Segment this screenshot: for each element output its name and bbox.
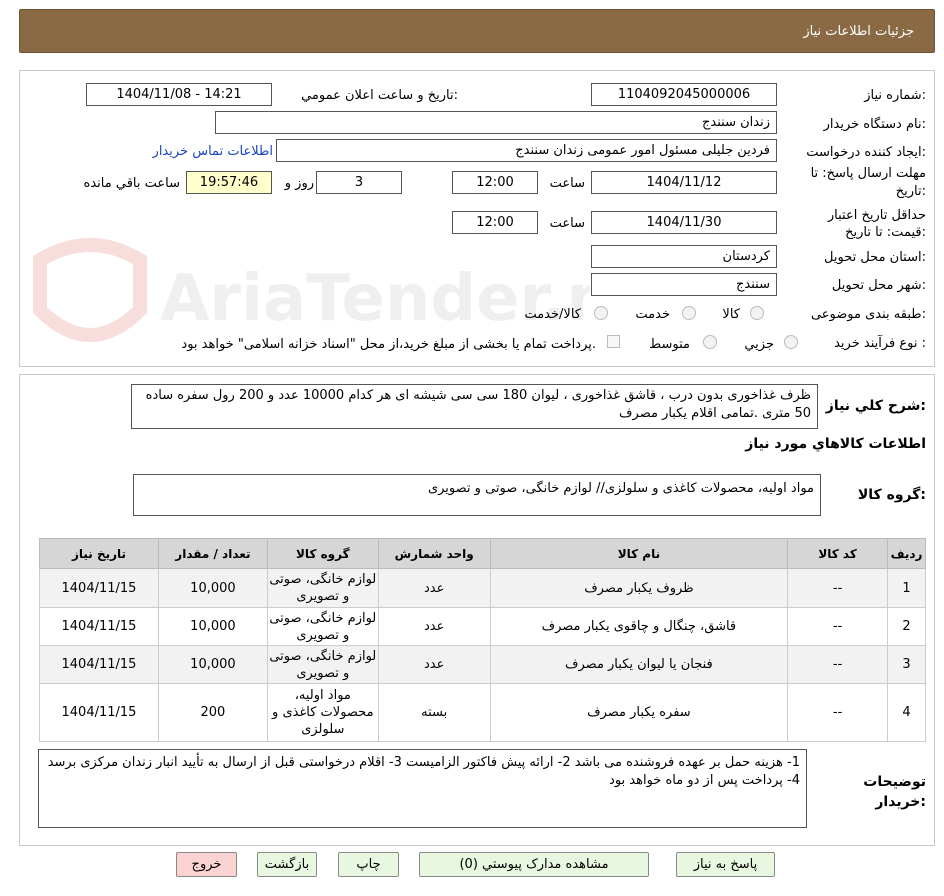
- cell-date: 1404/11/15: [39, 683, 159, 742]
- payment-note: پرداخت تمام یا بخشی از مبلغ خرید،از محل …: [181, 337, 596, 352]
- city-label: شهر محل تحويل:: [831, 278, 926, 293]
- validity-time-field: 12:00: [452, 211, 538, 234]
- cell-name: سفره یکبار مصرف: [489, 683, 789, 742]
- need-number-field: 1104092045000006: [591, 83, 777, 106]
- remaining-label: ساعت باقي مانده: [83, 176, 180, 191]
- cell-qty: 200: [157, 683, 268, 742]
- category-radio-service[interactable]: [682, 306, 696, 320]
- cell-group: لوازم خانگی، صوتی و تصویری: [266, 645, 379, 684]
- table-row: 4 -- سفره یکبار مصرف بسته مواد اولیه، محصولا…: [39, 683, 926, 742]
- col-code: کد کالا: [787, 538, 889, 569]
- cell-unit: عدد: [377, 568, 491, 608]
- cell-group: لوازم خانگی، صوتی و تصویری: [266, 568, 379, 608]
- cell-date: 1404/11/15: [39, 607, 159, 646]
- cell-qty: 10,000: [157, 607, 268, 646]
- cell-unit: عدد: [377, 607, 491, 646]
- table-row: 3 -- فنجان یا لیوان یکبار مصرف عدد لوازم خان…: [39, 645, 926, 684]
- deadline-date-field: 1404/11/12: [591, 171, 777, 194]
- col-name: نام کالا: [489, 538, 789, 569]
- city-field: سنندج: [591, 273, 777, 296]
- buyer-org-label: نام دستگاه خريدار:: [823, 117, 926, 132]
- process-option-medium: متوسط: [649, 337, 690, 352]
- col-group: گروه کالا: [266, 538, 379, 569]
- validity-date-field: 1404/11/30: [591, 211, 777, 234]
- deadline-time-field: 12:00: [452, 171, 538, 194]
- cell-row: 1: [887, 568, 926, 608]
- category-radio-both[interactable]: [594, 306, 608, 320]
- cell-code: --: [787, 645, 889, 684]
- process-radio-medium[interactable]: [703, 335, 717, 349]
- back-button[interactable]: بازگشت: [257, 852, 317, 877]
- goods-group-textarea: مواد اولیه، محصولات کاغذی و سلولزی// لوا…: [133, 474, 821, 516]
- requester-label: ایجاد کننده درخواست:: [806, 145, 926, 160]
- col-date: تاریخ نیاز: [39, 538, 159, 569]
- page-header: جزئیات اطلاعات نیاز: [19, 9, 935, 53]
- category-option-goods: کالا: [722, 307, 740, 322]
- cell-row: 2: [887, 607, 926, 646]
- deadline-time-label: ساعت: [549, 176, 585, 191]
- goods-group-label: گروه کالا:: [857, 487, 926, 503]
- table-row: 1 -- ظروف یکبار مصرف عدد لوازم خانگی، صوتی و…: [39, 568, 926, 608]
- cell-code: --: [787, 568, 889, 608]
- process-radio-minor[interactable]: [784, 335, 798, 349]
- description-textarea: ظرف غذاخوری بدون درب ، قاشق غذاخوری ، لی…: [131, 384, 818, 429]
- province-label: استان محل تحويل:: [824, 250, 926, 265]
- category-radio-goods[interactable]: [750, 306, 764, 320]
- days-field: 3: [316, 171, 402, 194]
- page-title: جزئیات اطلاعات نیاز: [803, 24, 914, 39]
- print-button[interactable]: چاپ: [338, 852, 399, 877]
- col-unit: واحد شمارش: [377, 538, 491, 569]
- cell-code: --: [787, 607, 889, 646]
- category-option-both: کالا/خدمت: [524, 307, 581, 322]
- cell-unit: بسته: [377, 683, 491, 742]
- table-row: 2 -- قاشق، چنگال و چاقوی یکبار مصرف عدد لواز…: [39, 607, 926, 646]
- requester-field: فردین جلیلی مسئول امور عمومی زندان سنندج: [276, 139, 777, 162]
- cell-group: لوازم خانگی، صوتی و تصویری: [266, 607, 379, 646]
- cell-row: 3: [887, 645, 926, 684]
- cell-qty: 10,000: [157, 645, 268, 684]
- buyer-notes-label: توضيحات خريدار:: [863, 774, 926, 810]
- goods-info-title: اطلاعات کالاهاي مورد نياز: [745, 436, 926, 452]
- cell-name: قاشق، چنگال و چاقوی یکبار مصرف: [489, 607, 789, 646]
- validity-label: حداقل تاريخ اعتبار قیمت: تا تاریخ:: [827, 208, 926, 240]
- cell-date: 1404/11/15: [39, 568, 159, 608]
- need-number-label: شماره نیاز:: [864, 88, 926, 103]
- cell-name: فنجان یا لیوان یکبار مصرف: [489, 645, 789, 684]
- category-option-service: خدمت: [635, 307, 670, 322]
- exit-button[interactable]: خروج: [176, 852, 237, 877]
- cell-group: مواد اولیه، محصولات کاغذی و سلولزی: [266, 683, 379, 742]
- buyer-org-field: زندان سنندج: [215, 111, 777, 134]
- cell-code: --: [787, 683, 889, 742]
- days-label: روز و: [284, 176, 314, 191]
- buyer-notes-textarea: 1- هزینه حمل بر عهده فروشنده می باشد 2- …: [38, 749, 807, 828]
- col-row: رديف: [887, 538, 926, 569]
- validity-time-label: ساعت: [549, 216, 585, 231]
- process-option-minor: جزیي: [744, 337, 774, 352]
- cell-name: ظروف یکبار مصرف: [489, 568, 789, 608]
- cell-date: 1404/11/15: [39, 645, 159, 684]
- col-qty: تعداد / مقدار: [157, 538, 268, 569]
- process-label: نوع فرآیند خرید :: [834, 336, 926, 351]
- attachments-button[interactable]: مشاهده مدارک پيوستي (0): [419, 852, 649, 877]
- category-label: طبقه بندی موضوعی:: [810, 307, 926, 322]
- announce-field: 1404/11/08 - 14:21: [86, 83, 272, 106]
- remaining-time-field: 19:57:46: [186, 171, 272, 194]
- table-header-row: رديف کد کالا نام کالا واحد شمارش گروه کا…: [39, 538, 926, 569]
- cell-unit: عدد: [377, 645, 491, 684]
- buyer-contact-link[interactable]: اطلاعات تماس خريدار: [153, 144, 273, 159]
- cell-row: 4: [887, 683, 926, 742]
- deadline-label: مهلت ارسال پاسخ: تا تاریخ:: [810, 166, 926, 199]
- province-field: کردستان: [591, 245, 777, 268]
- announce-label: تاریخ و ساعت اعلان عمومي:: [301, 88, 458, 103]
- treasury-payment-checkbox[interactable]: [607, 335, 620, 348]
- goods-table: رديف کد کالا نام کالا واحد شمارش گروه کا…: [39, 538, 926, 742]
- description-label: شرح کلي نياز:: [825, 398, 926, 414]
- cell-qty: 10,000: [157, 568, 268, 608]
- reply-button[interactable]: پاسخ به نياز: [676, 852, 775, 877]
- watermark-text: AriaTender.neT: [160, 262, 590, 336]
